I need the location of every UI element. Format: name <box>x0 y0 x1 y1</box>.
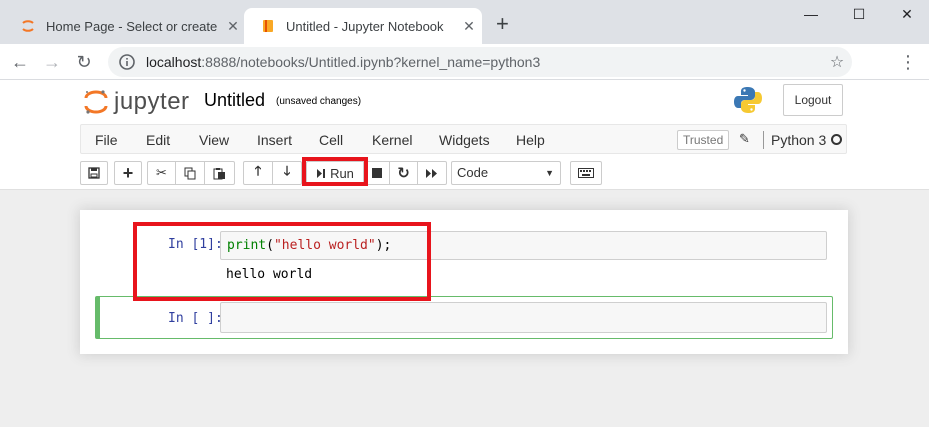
browser-tab-strip: Home Page - Select or create a ✕ Untitle… <box>0 0 929 44</box>
move-down-button[interactable]: 🡓 <box>272 161 302 185</box>
tab-close-icon[interactable]: ✕ <box>456 18 482 35</box>
bookmark-star-icon[interactable]: ☆ <box>822 52 852 72</box>
trusted-indicator[interactable]: Trusted <box>677 130 730 150</box>
cell-type-value: Code <box>457 165 489 180</box>
kernel-divider <box>763 131 764 149</box>
command-palette-button[interactable] <box>570 161 602 185</box>
jupyter-logo-icon <box>84 90 108 114</box>
restart-icon: ↻ <box>397 165 410 182</box>
paste-button[interactable] <box>204 161 235 185</box>
cut-button[interactable]: ✂ <box>147 161 176 185</box>
browser-menu-icon[interactable]: ⋮ <box>898 52 918 72</box>
copy-icon <box>184 167 195 179</box>
tab-close-icon[interactable]: ✕ <box>220 18 246 35</box>
url-host: localhost <box>146 54 202 70</box>
menu-help[interactable]: Help <box>516 132 545 148</box>
cell-input-empty[interactable] <box>220 302 827 333</box>
forward-button[interactable]: → <box>40 50 64 74</box>
url-text[interactable]: localhost:8888/notebooks/Untitled.ipynb?… <box>146 54 822 70</box>
tab-untitled-notebook[interactable]: Untitled - Jupyter Notebook ✕ <box>244 8 482 44</box>
dropdown-caret-icon: ▼ <box>545 168 554 178</box>
notebook-favicon-icon <box>263 20 273 32</box>
fast-forward-icon <box>426 168 437 178</box>
jupyter-header: jupyter Untitled (unsaved changes) Logou… <box>0 80 929 190</box>
info-icon <box>119 54 135 70</box>
jupyter-favicon-icon <box>22 20 34 32</box>
jupyter-logo-text: jupyter <box>114 88 190 115</box>
save-status: (unsaved changes) <box>276 96 362 107</box>
url-path: :8888/notebooks/Untitled.ipynb?kernel_na… <box>201 54 541 70</box>
menu-widgets[interactable]: Widgets <box>439 132 490 148</box>
menu-file[interactable]: File <box>95 132 118 148</box>
menu-kernel[interactable]: Kernel <box>372 132 412 148</box>
cell-output-highlight <box>133 222 431 301</box>
back-button[interactable]: ← <box>8 50 32 74</box>
run-button-highlight <box>302 157 368 186</box>
menu-view[interactable]: View <box>199 132 229 148</box>
maximize-button[interactable]: ☐ <box>836 6 882 26</box>
jupyter-logo[interactable]: jupyter <box>84 87 190 117</box>
keyboard-icon <box>578 168 594 178</box>
close-window-button[interactable]: ✕ <box>884 6 929 26</box>
tab-home-page[interactable]: Home Page - Select or create a ✕ <box>4 8 246 44</box>
paste-icon <box>213 167 225 179</box>
notebook-name[interactable]: Untitled <box>204 90 265 111</box>
cell-type-select[interactable]: Code ▼ <box>451 161 561 185</box>
copy-button[interactable] <box>175 161 205 185</box>
insert-cell-button[interactable]: + <box>114 161 142 185</box>
pencil-edit-icon[interactable]: ✎ <box>739 131 750 147</box>
address-bar[interactable]: localhost:8888/notebooks/Untitled.ipynb?… <box>108 47 852 77</box>
scissors-icon: ✂ <box>156 165 167 180</box>
logout-button[interactable]: Logout <box>783 84 843 116</box>
save-icon <box>88 167 100 179</box>
new-tab-button[interactable]: + <box>496 13 509 35</box>
menu-cell[interactable]: Cell <box>319 132 343 148</box>
restart-run-all-button[interactable] <box>417 161 447 185</box>
save-button[interactable] <box>80 161 108 185</box>
arrow-up-icon: 🡑 <box>254 163 262 178</box>
plus-icon: + <box>122 162 134 183</box>
notebook-menubar: File Edit View Insert Cell Kernel Widget… <box>80 124 847 154</box>
cell-prompt: In [ ]: <box>168 311 223 326</box>
menu-insert[interactable]: Insert <box>257 132 292 148</box>
menu-edit[interactable]: Edit <box>146 132 170 148</box>
kernel-name: Python 3 <box>771 132 827 148</box>
move-up-button[interactable]: 🡑 <box>243 161 273 185</box>
reload-button[interactable]: ↻ <box>72 50 96 74</box>
tab-title: Untitled - Jupyter Notebook <box>286 18 444 34</box>
python-logo-icon <box>734 87 762 113</box>
tab-title: Home Page - Select or create a <box>46 18 220 34</box>
minimize-button[interactable]: — <box>788 6 834 26</box>
kernel-idle-indicator-icon <box>831 134 842 145</box>
restart-button[interactable]: ↻ <box>389 161 418 185</box>
browser-toolbar: ← → ↻ localhost:8888/notebooks/Untitled.… <box>0 44 929 80</box>
arrow-down-icon: 🡓 <box>283 163 291 178</box>
stop-icon <box>372 168 382 178</box>
